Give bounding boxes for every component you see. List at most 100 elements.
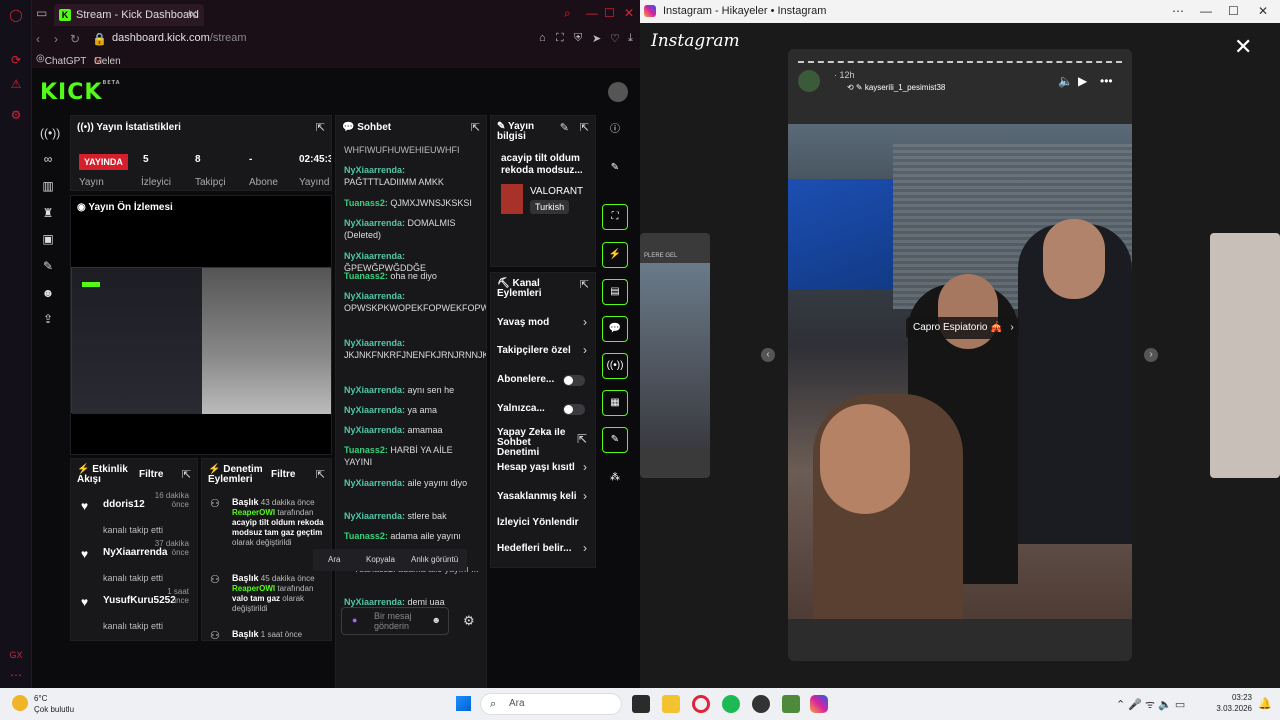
channel-action-item[interactable]: Yapay Zeka ile Sohbet Denetimi <box>497 428 567 458</box>
chat-username[interactable]: NyXiaarrenda: <box>344 218 405 228</box>
chat-username[interactable]: NyXiaarrenda: <box>344 165 405 175</box>
context-copy[interactable]: Kopyala <box>366 555 395 564</box>
moderation-item[interactable]: ⚇ Başlık 1 saat önce <box>210 629 328 640</box>
story-viewer[interactable]: · 12h ⟲ ✎ kayserili_1_pesimist38 🔈 ▶ •••… <box>788 49 1132 661</box>
minimize-icon[interactable]: — <box>586 6 598 20</box>
chevron-right-icon[interactable]: › <box>583 460 587 474</box>
chat-message[interactable]: Tuanass2: HARBİ YA AİLE YAYINI <box>344 444 479 468</box>
channel-action-item[interactable]: Hedefleri belir... <box>497 543 589 554</box>
play-icon[interactable]: ▶ <box>1078 74 1087 88</box>
minimize-icon[interactable]: — <box>1200 4 1212 18</box>
chat-message[interactable]: Tuanass2: QJMXJWNSJKSKSI <box>344 197 479 209</box>
instagram-logo[interactable]: Instagram <box>651 31 740 51</box>
chat-username[interactable]: NyXiaarrenda: <box>344 405 405 415</box>
tools-icon[interactable]: ✎ <box>602 427 628 453</box>
popout-icon[interactable]: ⇱ <box>316 121 325 134</box>
reload-icon[interactable]: ↻ <box>70 32 80 46</box>
tab-menu-icon[interactable]: ▭ <box>36 6 47 20</box>
analytics-icon[interactable]: ▥ <box>40 179 56 195</box>
trophy-icon[interactable]: ♜ <box>40 206 56 222</box>
edit-icon[interactable]: ✎ <box>560 121 569 134</box>
minecraft-icon[interactable] <box>782 695 800 713</box>
users-icon[interactable]: ☻ <box>40 286 56 302</box>
chat-message[interactable]: NyXiaarrenda: DOMALMIS (Deleted) <box>344 217 479 241</box>
activity-popout-icon[interactable]: ⇱ <box>182 468 191 481</box>
chat-username[interactable]: NyXiaarrenda: <box>344 291 405 301</box>
channel-action-item[interactable]: Yasaklanmış keli <box>497 491 589 502</box>
more-icon[interactable]: ⋯ <box>9 668 23 682</box>
chat-message[interactable]: WHFIWUFHUWEHIEUWHFI <box>344 144 479 156</box>
moderation-item[interactable]: ⚇ Başlık 43 dakika önce ReaperOWI tarafın… <box>210 497 328 548</box>
stream-icon[interactable]: ((•)) <box>40 126 60 142</box>
url-field[interactable]: dashboard.kick.com/stream <box>112 32 247 44</box>
notes-icon[interactable]: ▤ <box>602 279 628 305</box>
moderation-popout-icon[interactable]: ⇱ <box>316 468 325 481</box>
instagram-taskbar-icon[interactable] <box>810 695 828 713</box>
chat-username[interactable]: Tuanass2: <box>344 198 388 208</box>
broadcast-icon[interactable]: ((•)) <box>602 353 628 379</box>
taskbar-search[interactable]: ⌕ Ara <box>480 693 622 715</box>
location-sticker[interactable]: Capro Espiatorio 🎪 <box>906 317 1019 339</box>
clock[interactable]: 03:23 3.03.2026 <box>1210 692 1252 714</box>
activity-filter[interactable]: Filtre <box>139 469 163 480</box>
moderation-filter[interactable]: Filtre <box>271 469 295 480</box>
system-tray[interactable]: ⌃ 🎤 ᯤ 🔈 ▭ <box>1116 697 1185 712</box>
previous-arrow-icon[interactable]: ‹ <box>761 348 775 362</box>
chat-username[interactable]: Tuanass2: <box>344 445 388 455</box>
video-icon[interactable]: ▣ <box>40 232 56 248</box>
toggle-switch[interactable] <box>563 404 585 415</box>
bookmark-chatgpt[interactable]: ◎ ChatGPT <box>36 53 86 67</box>
lightning-icon[interactable]: ⚡ <box>602 242 628 268</box>
search-tabs-icon[interactable]: ⌕ <box>564 6 571 21</box>
chat-popout-icon[interactable]: ⇱ <box>471 121 480 134</box>
start-icon[interactable] <box>456 696 471 711</box>
settings-icon[interactable]: ⚙ <box>9 108 23 122</box>
chat-username[interactable]: Tuanass2: <box>344 271 388 281</box>
close-story-icon[interactable]: ✕ <box>1234 34 1252 60</box>
chat-message[interactable]: NyXiaarrenda: aile yayını diyo <box>344 477 479 489</box>
chat-username[interactable]: NyXiaarrenda: <box>344 597 405 607</box>
pencil-icon[interactable]: ✎ <box>602 156 628 182</box>
chat-message[interactable]: NyXiaarrenda: JKJNKFNKRFJNENFKJRNJRNNJKN… <box>344 337 486 361</box>
chat-username[interactable]: NyXiaarrenda: <box>344 385 405 395</box>
clip-icon[interactable]: ⛶ <box>602 204 628 230</box>
avatar[interactable] <box>608 82 628 102</box>
close-window-icon[interactable]: ✕ <box>1258 4 1268 18</box>
chat-message[interactable]: NyXiaarrenda: amamaa <box>344 424 479 436</box>
shield-icon[interactable]: ⛨ <box>574 32 582 45</box>
tab-kick-dashboard[interactable]: K Stream - Kick Dashboard ✕ <box>54 4 204 26</box>
chat-message[interactable]: NyXiaarrenda: OPWSKPKWOPEKFOPWEKFOPWKOPF… <box>344 290 486 314</box>
preview-video[interactable] <box>71 267 331 414</box>
forward-icon[interactable]: › <box>54 32 58 46</box>
maximize-icon[interactable]: ☐ <box>604 6 615 20</box>
file-explorer-icon[interactable] <box>662 695 680 713</box>
send-icon[interactable]: ➤ <box>592 32 601 45</box>
channel-action-item[interactable]: Hesap yaşı kısıtl <box>497 462 589 473</box>
context-search[interactable]: Ara <box>328 555 340 564</box>
chevron-right-icon[interactable]: › <box>583 343 587 357</box>
snapshot-icon[interactable]: ⛶ <box>556 32 564 45</box>
notification-icon[interactable]: 🔔 <box>1258 697 1272 710</box>
chat-username[interactable]: NyXiaarrenda: <box>344 511 405 521</box>
weather-widget[interactable]: 6°C Çok bulutlu <box>12 693 74 715</box>
external-icon[interactable]: ⇱ <box>577 432 587 446</box>
chat-username[interactable]: Tuanass2: <box>344 531 388 541</box>
download-icon[interactable]: ⤓ <box>628 32 633 45</box>
chat-input[interactable]: ● Bir mesaj gönderin ☻ <box>341 607 449 635</box>
chevron-right-icon[interactable]: › <box>583 541 587 555</box>
opera-gx-icon[interactable] <box>692 695 710 713</box>
close-window-icon[interactable]: ✕ <box>624 6 634 20</box>
category-name[interactable]: VALORANT <box>530 186 583 197</box>
chat-message[interactable]: NyXiaarrenda: aynı sen he <box>344 384 479 396</box>
layout-icon[interactable]: ▦ <box>602 390 628 416</box>
chat-message[interactable]: Tuanass2: oha ne diyo <box>344 270 479 282</box>
next-arrow-icon[interactable]: › <box>1144 348 1158 362</box>
chat-message[interactable]: NyXiaarrenda: stlere bak <box>344 510 479 522</box>
follower-name[interactable]: ddoris12 <box>103 499 145 510</box>
chevron-right-icon[interactable]: › <box>583 315 587 329</box>
heart-icon[interactable]: ♡ <box>610 32 620 45</box>
story-username[interactable]: ⟲ ✎ kayserili_1_pesimist38 <box>847 83 945 92</box>
chat-bubble-icon[interactable]: 💬 <box>602 316 628 342</box>
app-icon[interactable] <box>752 695 770 713</box>
chat-message[interactable]: NyXiaarrenda: ya ama <box>344 404 479 416</box>
